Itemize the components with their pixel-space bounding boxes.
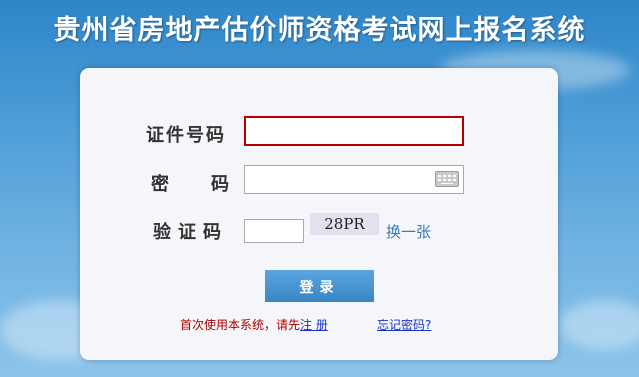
password-label: 密 码 (151, 174, 241, 195)
refresh-captcha-link[interactable]: 换一张 (386, 221, 431, 242)
id-number-label: 证件号码 (146, 125, 226, 146)
page-title: 贵州省房地产估价师资格考试网上报名系统 (53, 15, 586, 46)
footer-line: 首次使用本系统，请先注 册 (180, 316, 328, 333)
register-prompt: 首次使用本系统，请先 (180, 318, 301, 332)
captcha-image[interactable]: 28PR (310, 213, 379, 235)
login-button[interactable]: 登录 (265, 270, 374, 302)
forgot-password-link[interactable]: 忘记密码? (377, 318, 431, 332)
cloud-decoration (560, 300, 639, 350)
keyboard-icon[interactable] (435, 171, 459, 187)
password-input[interactable] (244, 165, 464, 194)
forgot-wrap: 忘记密码? (377, 316, 431, 333)
captcha-input[interactable] (244, 219, 304, 243)
register-link[interactable]: 注 册 (300, 318, 328, 332)
id-number-input[interactable] (244, 116, 464, 146)
captcha-label: 验证码 (153, 222, 228, 243)
